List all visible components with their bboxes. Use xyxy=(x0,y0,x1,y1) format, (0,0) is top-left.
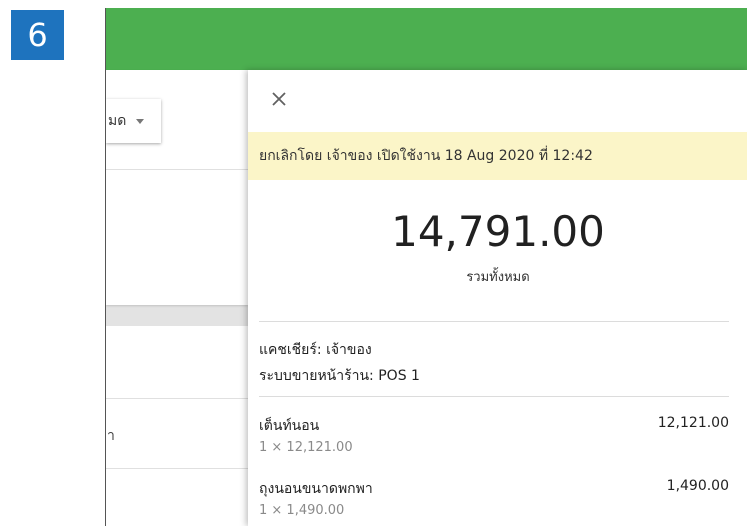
section-divider xyxy=(259,321,729,322)
close-button[interactable] xyxy=(267,87,291,111)
line-item-name: เต็นท์นอน xyxy=(259,418,320,434)
pos-info: ระบบขายหน้าร้าน: POS 1 xyxy=(259,368,420,384)
receipt-total-label: รวมทั้งหมด xyxy=(466,270,530,285)
background-divider xyxy=(106,169,248,170)
background-row-divider xyxy=(106,398,248,399)
close-icon xyxy=(272,92,286,106)
background-row-divider xyxy=(106,468,248,469)
section-divider xyxy=(259,396,729,397)
dropdown-arrow-icon xyxy=(136,118,145,124)
line-item-quantity: 1 × 12,121.00 xyxy=(259,440,353,455)
line-item-price: 12,121.00 xyxy=(657,415,729,431)
cancelled-notice-text: ยกเลิกโดย เจ้าของ เปิดใช้งาน 18 Aug 2020… xyxy=(259,148,593,164)
line-item-price: 1,490.00 xyxy=(666,478,729,494)
background-filter-select-label: มด xyxy=(108,113,127,129)
receipt-total-amount: 14,791.00 xyxy=(391,207,605,256)
cancelled-notice-banner: ยกเลิกโดย เจ้าของ เปิดใช้งาน 18 Aug 2020… xyxy=(248,132,747,180)
cashier-info: แคชเชียร์: เจ้าของ xyxy=(259,342,372,358)
background-filter-select[interactable]: มด xyxy=(106,99,161,143)
app-window: มด า ยกเลิกโดย เจ้าของ เปิดใช้งาน 18 Aug… xyxy=(105,8,747,526)
step-number-badge: 6 xyxy=(11,10,64,60)
line-item-name: ถุงนอนขนาดพกพา xyxy=(259,481,373,497)
background-row-text[interactable]: า xyxy=(107,425,115,447)
receipt-detail-drawer: ยกเลิกโดย เจ้าของ เปิดใช้งาน 18 Aug 2020… xyxy=(248,70,747,526)
background-receipt-list: า xyxy=(106,326,248,526)
background-filter-panel: มด xyxy=(106,70,248,305)
app-header-bar xyxy=(106,8,747,70)
line-item-quantity: 1 × 1,490.00 xyxy=(259,503,345,518)
